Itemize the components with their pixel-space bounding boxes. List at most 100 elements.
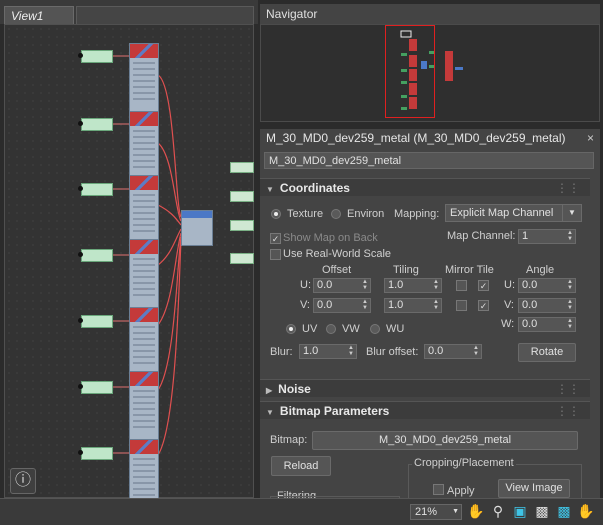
wu-radio[interactable] xyxy=(370,324,380,334)
material-name-field[interactable]: M_30_MD0_dev259_metal xyxy=(264,152,594,169)
cropping-label: Cropping/Placement xyxy=(412,457,516,469)
zoom-value: 21% xyxy=(415,506,438,518)
show-map-on-back-label: Show Map on Back xyxy=(283,232,378,244)
chevron-down-icon: ▼ xyxy=(452,508,459,515)
node-editor-viewport[interactable]: ⓘ xyxy=(4,24,254,516)
reload-button[interactable]: Reload xyxy=(271,456,331,476)
spinner-arrows-icon[interactable]: ▲ ▼ xyxy=(362,299,368,311)
spinner-arrows-icon[interactable]: ▲ ▼ xyxy=(348,345,354,357)
bitmap-node[interactable] xyxy=(78,183,113,196)
mirror-v-checkbox[interactable] xyxy=(456,300,467,311)
spinner-arrows-icon[interactable]: ▲ ▼ xyxy=(567,230,573,242)
use-real-world-label: Use Real-World Scale xyxy=(283,248,392,260)
navigator-viewport-rect[interactable] xyxy=(385,25,435,118)
close-icon[interactable]: × xyxy=(587,129,594,148)
collapse-icon: ▼ xyxy=(266,185,274,194)
chevron-down-icon: ▼ xyxy=(562,205,581,221)
material-title-text: M_30_MD0_dev259_metal (M_30_MD0_dev259_m… xyxy=(266,131,566,145)
tiling-v-value: 1.0 xyxy=(388,299,404,311)
blur-spinner[interactable]: 1.0 ▲ ▼ xyxy=(299,344,357,359)
map-channel-spinner[interactable]: 1 ▲ ▼ xyxy=(518,229,576,244)
view-image-button[interactable]: View Image xyxy=(498,479,570,498)
expand-icon: ▶ xyxy=(266,386,273,395)
bitmap-node[interactable] xyxy=(78,249,113,262)
environ-radio[interactable] xyxy=(331,209,341,219)
blur-value: 1.0 xyxy=(303,345,319,357)
spinner-arrows-icon[interactable]: ▲ ▼ xyxy=(567,299,573,311)
rollout-coordinates[interactable]: ▼ Coordinates ⋮⋮ xyxy=(260,178,590,196)
spinner-arrows-icon[interactable]: ▲ ▼ xyxy=(433,299,439,311)
vw-label: VW xyxy=(342,323,360,335)
bitmap-node[interactable] xyxy=(78,118,113,131)
hand-highlight-icon[interactable]: ✋ xyxy=(577,502,595,520)
spinner-arrows-icon[interactable]: ▲ ▼ xyxy=(567,318,573,330)
material-node[interactable] xyxy=(129,43,159,120)
texture-label: Texture xyxy=(287,208,324,220)
zoom-icon[interactable]: ⚲ xyxy=(489,502,507,520)
use-real-world-checkbox[interactable] xyxy=(270,249,281,260)
map-node-right[interactable] xyxy=(230,162,254,173)
bitmap-node[interactable] xyxy=(78,50,113,63)
zoom-dropdown[interactable]: 21% ▼ xyxy=(410,504,462,520)
grip-icon: ⋮⋮ xyxy=(556,382,580,396)
texture-radio[interactable] xyxy=(271,209,281,219)
rotate-button[interactable]: Rotate xyxy=(518,343,576,362)
angle-v-spinner[interactable]: 0.0 ▲ ▼ xyxy=(518,298,576,313)
status-bar: 21% ▼ ✋ ⚲ ▣ ▩ ▩ ✋ xyxy=(0,498,603,525)
offset-v-spinner[interactable]: 0.0 ▲ ▼ xyxy=(313,298,371,313)
spinner-arrows-icon[interactable]: ▲ ▼ xyxy=(473,345,479,357)
rollout-bitmap-parameters[interactable]: ▼ Bitmap Parameters ⋮⋮ xyxy=(260,401,590,419)
zoom-extents-selected-icon[interactable]: ▩ xyxy=(555,502,573,520)
view-tab-bar: View1 xyxy=(0,0,258,24)
mirror-u-checkbox[interactable] xyxy=(456,280,467,291)
navigator-view[interactable] xyxy=(260,24,600,122)
spinner-arrows-icon[interactable]: ▲ ▼ xyxy=(433,279,439,291)
bitmap-node[interactable] xyxy=(78,315,113,328)
show-map-on-back-checkbox[interactable]: ✓ xyxy=(270,233,281,244)
tiling-u-spinner[interactable]: 1.0 ▲ ▼ xyxy=(384,278,442,293)
uv-label: UV xyxy=(302,323,318,335)
multi-material-node[interactable] xyxy=(181,210,213,246)
zoom-extents-icon[interactable]: ▩ xyxy=(533,502,551,520)
angle-v-value: 0.0 xyxy=(522,299,538,311)
tile-u-checkbox[interactable]: ✓ xyxy=(478,280,489,291)
rollout-noise[interactable]: ▶ Noise ⋮⋮ xyxy=(260,379,590,397)
offset-u-spinner[interactable]: 0.0 ▲ ▼ xyxy=(313,278,371,293)
map-node-right[interactable] xyxy=(230,220,254,231)
bitmap-label: Bitmap: xyxy=(270,434,308,446)
tab-view1[interactable]: View1 xyxy=(4,6,74,24)
vw-radio[interactable] xyxy=(326,324,336,334)
bitmap-path-button[interactable]: M_30_MD0_dev259_metal xyxy=(312,431,578,450)
pan-icon[interactable]: ✋ xyxy=(467,502,485,520)
tab-empty[interactable] xyxy=(76,6,254,24)
map-node-right[interactable] xyxy=(230,191,254,202)
material-node[interactable] xyxy=(129,371,159,448)
blur-offset-spinner[interactable]: 0.0 ▲ ▼ xyxy=(424,344,482,359)
bitmap-node[interactable] xyxy=(78,381,113,394)
help-icon[interactable]: ⓘ xyxy=(10,468,36,494)
tiling-header: Tiling xyxy=(393,264,419,276)
wu-label: WU xyxy=(386,323,405,335)
spinner-arrows-icon[interactable]: ▲ ▼ xyxy=(362,279,368,291)
rollout-coordinates-label: Coordinates xyxy=(279,181,350,195)
mapping-dropdown[interactable]: Explicit Map Channel ▼ xyxy=(445,204,582,222)
environ-label: Environ xyxy=(347,208,385,220)
tiling-v-spinner[interactable]: 1.0 ▲ ▼ xyxy=(384,298,442,313)
bitmap-node[interactable] xyxy=(78,447,113,460)
map-channel-label: Map Channel: xyxy=(447,230,516,242)
apply-checkbox[interactable] xyxy=(433,484,444,495)
spinner-arrows-icon[interactable]: ▲ ▼ xyxy=(567,279,573,291)
uv-radio[interactable] xyxy=(286,324,296,334)
parameter-panel: M_30_MD0_dev259_metal ▼ Coordinates ⋮⋮ Tex… xyxy=(260,148,600,498)
zoom-region-icon[interactable]: ▣ xyxy=(511,502,529,520)
angle-w-label: W: xyxy=(501,318,515,330)
angle-u-value: 0.0 xyxy=(522,279,538,291)
offset-v-value: 0.0 xyxy=(317,299,333,311)
angle-w-spinner[interactable]: 0.0 ▲ ▼ xyxy=(518,317,576,332)
v-label: V: xyxy=(300,299,310,311)
material-node[interactable] xyxy=(129,239,159,316)
mapping-label: Mapping: xyxy=(394,208,440,220)
map-node-right[interactable] xyxy=(230,253,254,264)
angle-u-spinner[interactable]: 0.0 ▲ ▼ xyxy=(518,278,576,293)
tile-v-checkbox[interactable]: ✓ xyxy=(478,300,489,311)
